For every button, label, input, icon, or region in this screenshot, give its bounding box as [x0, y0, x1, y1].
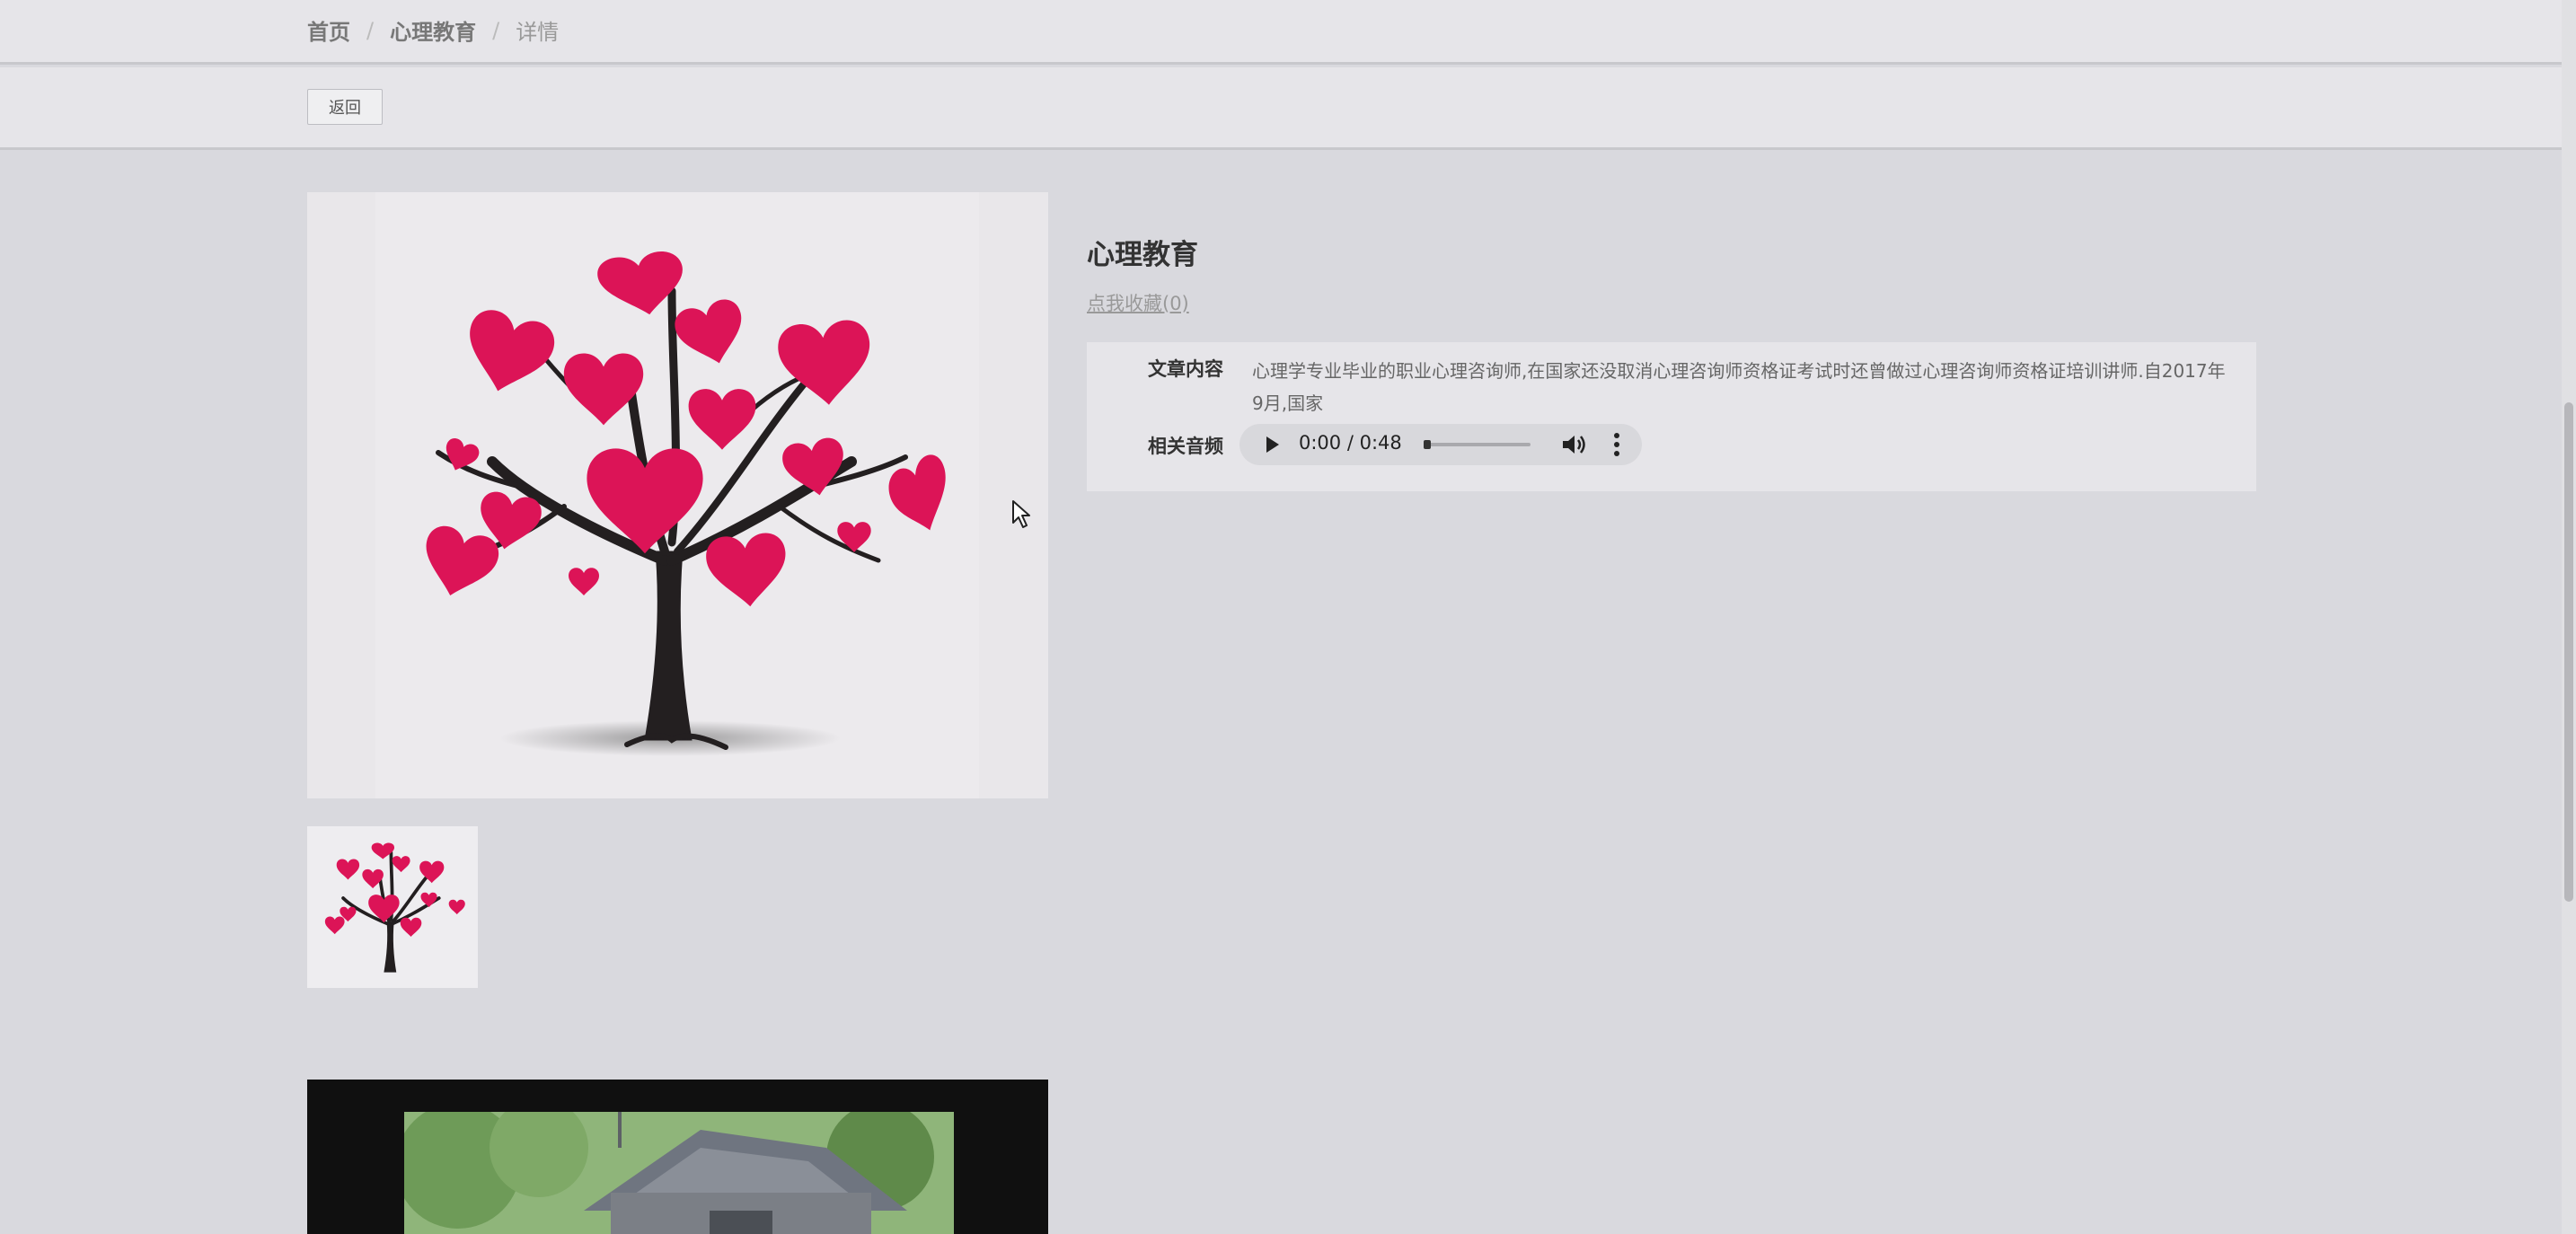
audio-label: 相关音频 — [1148, 436, 1223, 457]
breadcrumb-category[interactable]: 心理教育 — [390, 14, 476, 46]
content-text: 心理学专业毕业的职业心理咨询师,在国家还没取消心理咨询师资格证考试时还曾做过心理… — [1252, 360, 2226, 414]
content-label: 文章内容 — [1148, 358, 1223, 380]
heart-tree-image — [375, 192, 979, 798]
more-options-icon[interactable] — [1613, 432, 1620, 457]
audio-progress-thumb[interactable] — [1424, 440, 1431, 449]
video-player[interactable] — [307, 1080, 1048, 1234]
volume-icon[interactable] — [1561, 433, 1588, 456]
breadcrumb: 首页 / 心理教育 / 详情 — [307, 14, 559, 46]
breadcrumb-separator: / — [492, 17, 500, 43]
audio-progress-track[interactable] — [1424, 440, 1531, 449]
scrollbar-thumb[interactable] — [2564, 402, 2573, 902]
play-icon[interactable] — [1266, 436, 1279, 453]
mouse-cursor-icon — [1012, 500, 1030, 528]
info-panel: 文章内容 心理学专业毕业的职业心理咨询师,在国家还没取消心理咨询师资格证考试时还… — [1087, 342, 2256, 491]
page-scrollbar[interactable] — [2562, 0, 2576, 1234]
thumbnail-image[interactable] — [307, 826, 478, 988]
video-frame-scene — [404, 1112, 954, 1234]
back-button[interactable]: 返回 — [307, 89, 383, 125]
breadcrumb-current: 详情 — [516, 20, 560, 45]
main-image — [307, 192, 1048, 798]
favorite-link[interactable]: 点我收藏(0) — [1087, 289, 1189, 316]
page: 首页 / 心理教育 / 详情 返回 心理教育 点我收藏(0) 文章内容 心理学专… — [0, 0, 2576, 1234]
heart-tree-illustration — [414, 249, 957, 756]
toolbar: 返回 — [0, 67, 2562, 150]
heart-tree-thumbnail — [324, 842, 465, 973]
breadcrumb-bar: 首页 / 心理教育 / 详情 — [0, 0, 2562, 65]
audio-time: 0:00 / 0:48 — [1299, 432, 1402, 454]
breadcrumb-home[interactable]: 首页 — [307, 14, 350, 46]
article-title: 心理教育 — [1087, 239, 1198, 271]
breadcrumb-separator: / — [366, 17, 375, 43]
anime-video-frame — [404, 1112, 954, 1234]
audio-player[interactable]: 0:00 / 0:48 — [1239, 424, 1642, 465]
